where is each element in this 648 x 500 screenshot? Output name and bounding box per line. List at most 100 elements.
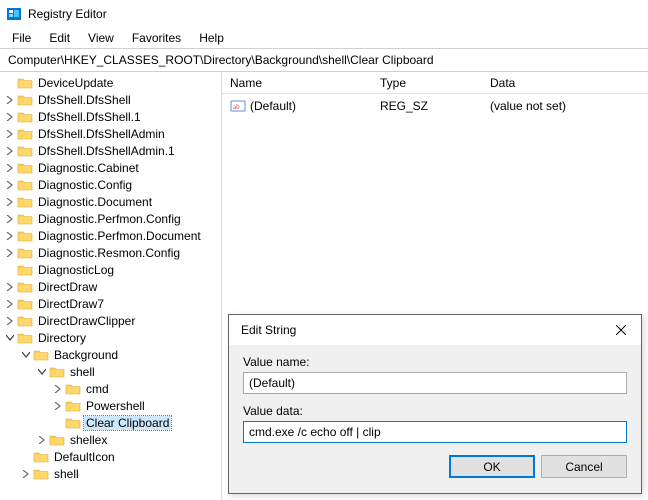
- tree-item-label: shell: [52, 467, 81, 481]
- menu-edit[interactable]: Edit: [41, 29, 78, 47]
- tree-item[interactable]: Diagnostic.Perfmon.Config: [0, 210, 221, 227]
- tree-pane[interactable]: DeviceUpdateDfsShell.DfsShellDfsShell.Df…: [0, 72, 222, 500]
- expand-right-icon[interactable]: [52, 400, 64, 412]
- folder-icon: [65, 382, 81, 396]
- tree-item[interactable]: Clear Clipboard: [0, 414, 221, 431]
- address-input[interactable]: [6, 52, 642, 68]
- folder-icon: [17, 246, 33, 260]
- tree-item[interactable]: DfsShell.DfsShell: [0, 91, 221, 108]
- value-name-label: Value name:: [243, 355, 627, 369]
- expand-down-icon[interactable]: [20, 349, 32, 361]
- expand-down-icon[interactable]: [36, 366, 48, 378]
- menu-file[interactable]: File: [4, 29, 39, 47]
- list-header: Name Type Data: [222, 72, 648, 94]
- menu-favorites[interactable]: Favorites: [124, 29, 189, 47]
- tree-item[interactable]: DirectDraw: [0, 278, 221, 295]
- tree-item-label: DeviceUpdate: [36, 76, 115, 90]
- tree-item[interactable]: DirectDraw7: [0, 295, 221, 312]
- tree-item[interactable]: Diagnostic.Resmon.Config: [0, 244, 221, 261]
- tree-item-label: Diagnostic.Cabinet: [36, 161, 141, 175]
- expand-right-icon[interactable]: [36, 434, 48, 446]
- value-data-input[interactable]: [243, 421, 627, 443]
- folder-icon: [17, 229, 33, 243]
- expand-right-icon[interactable]: [4, 281, 16, 293]
- ok-button[interactable]: OK: [449, 455, 535, 478]
- tree-item[interactable]: DiagnosticLog: [0, 261, 221, 278]
- tree-item[interactable]: cmd: [0, 380, 221, 397]
- tree-item[interactable]: DirectDrawClipper: [0, 312, 221, 329]
- expand-right-icon[interactable]: [4, 179, 16, 191]
- col-name[interactable]: Name: [222, 73, 372, 93]
- cell-name: (Default): [250, 99, 296, 113]
- folder-icon: [17, 195, 33, 209]
- dialog-titlebar: Edit String: [229, 315, 641, 345]
- titlebar: Registry Editor: [0, 0, 648, 28]
- tree-item[interactable]: DfsShell.DfsShellAdmin.1: [0, 142, 221, 159]
- tree-item[interactable]: shell: [0, 465, 221, 482]
- expand-right-icon[interactable]: [4, 162, 16, 174]
- tree-item[interactable]: Powershell: [0, 397, 221, 414]
- tree-item-label: Directory: [36, 331, 88, 345]
- tree-item-label: shell: [68, 365, 97, 379]
- folder-icon: [17, 280, 33, 294]
- tree-item[interactable]: shell: [0, 363, 221, 380]
- tree-item[interactable]: DefaultIcon: [0, 448, 221, 465]
- expand-right-icon[interactable]: [4, 128, 16, 140]
- expand-right-icon[interactable]: [4, 94, 16, 106]
- tree-item[interactable]: DfsShell.DfsShell.1: [0, 108, 221, 125]
- tree-item-label: Diagnostic.Perfmon.Document: [36, 229, 203, 243]
- tree-item-label: cmd: [84, 382, 111, 396]
- expand-down-icon[interactable]: [4, 332, 16, 344]
- tree-item[interactable]: Diagnostic.Document: [0, 193, 221, 210]
- tree-item[interactable]: Diagnostic.Perfmon.Document: [0, 227, 221, 244]
- menubar: File Edit View Favorites Help: [0, 28, 648, 48]
- expand-right-icon[interactable]: [4, 111, 16, 123]
- expand-right-icon[interactable]: [4, 315, 16, 327]
- folder-icon: [33, 348, 49, 362]
- tree-item-label: DfsShell.DfsShellAdmin.1: [36, 144, 177, 158]
- expand-right-icon[interactable]: [4, 213, 16, 225]
- tree-item-label: DfsShell.DfsShell: [36, 93, 133, 107]
- tree-item[interactable]: DfsShell.DfsShellAdmin: [0, 125, 221, 142]
- cell-type: REG_SZ: [372, 97, 482, 115]
- expand-right-icon[interactable]: [4, 145, 16, 157]
- tree-item[interactable]: DeviceUpdate: [0, 74, 221, 91]
- tree-item[interactable]: Diagnostic.Config: [0, 176, 221, 193]
- folder-icon: [17, 314, 33, 328]
- menu-help[interactable]: Help: [191, 29, 232, 47]
- expand-right-icon[interactable]: [20, 468, 32, 480]
- tree-item-label: DirectDrawClipper: [36, 314, 137, 328]
- cancel-button[interactable]: Cancel: [541, 455, 627, 478]
- menu-view[interactable]: View: [80, 29, 122, 47]
- expand-right-icon[interactable]: [4, 196, 16, 208]
- expand-right-icon[interactable]: [4, 230, 16, 242]
- tree-item-label: Clear Clipboard: [84, 416, 171, 430]
- folder-icon: [65, 416, 81, 430]
- string-value-icon: ab: [230, 98, 246, 114]
- close-icon[interactable]: [609, 318, 633, 342]
- expand-right-icon[interactable]: [4, 247, 16, 259]
- tree-item[interactable]: Diagnostic.Cabinet: [0, 159, 221, 176]
- tree-item-label: Diagnostic.Config: [36, 178, 134, 192]
- expand-right-icon[interactable]: [4, 298, 16, 310]
- tree-item-label: shellex: [68, 433, 109, 447]
- tree-item[interactable]: Background: [0, 346, 221, 363]
- folder-icon: [17, 127, 33, 141]
- folder-icon: [17, 144, 33, 158]
- tree-item-label: Powershell: [84, 399, 147, 413]
- col-type[interactable]: Type: [372, 73, 482, 93]
- folder-icon: [65, 399, 81, 413]
- folder-icon: [33, 467, 49, 481]
- folder-icon: [49, 433, 65, 447]
- col-data[interactable]: Data: [482, 73, 648, 93]
- tree-item-label: DiagnosticLog: [36, 263, 116, 277]
- folder-icon: [49, 365, 65, 379]
- folder-icon: [17, 331, 33, 345]
- expand-right-icon[interactable]: [52, 383, 64, 395]
- value-name-field: (Default): [243, 372, 627, 394]
- tree-item[interactable]: Directory: [0, 329, 221, 346]
- regedit-icon: [6, 6, 22, 22]
- tree-item-label: Diagnostic.Resmon.Config: [36, 246, 182, 260]
- tree-item[interactable]: shellex: [0, 431, 221, 448]
- list-row[interactable]: ab(Default)REG_SZ(value not set): [222, 94, 648, 118]
